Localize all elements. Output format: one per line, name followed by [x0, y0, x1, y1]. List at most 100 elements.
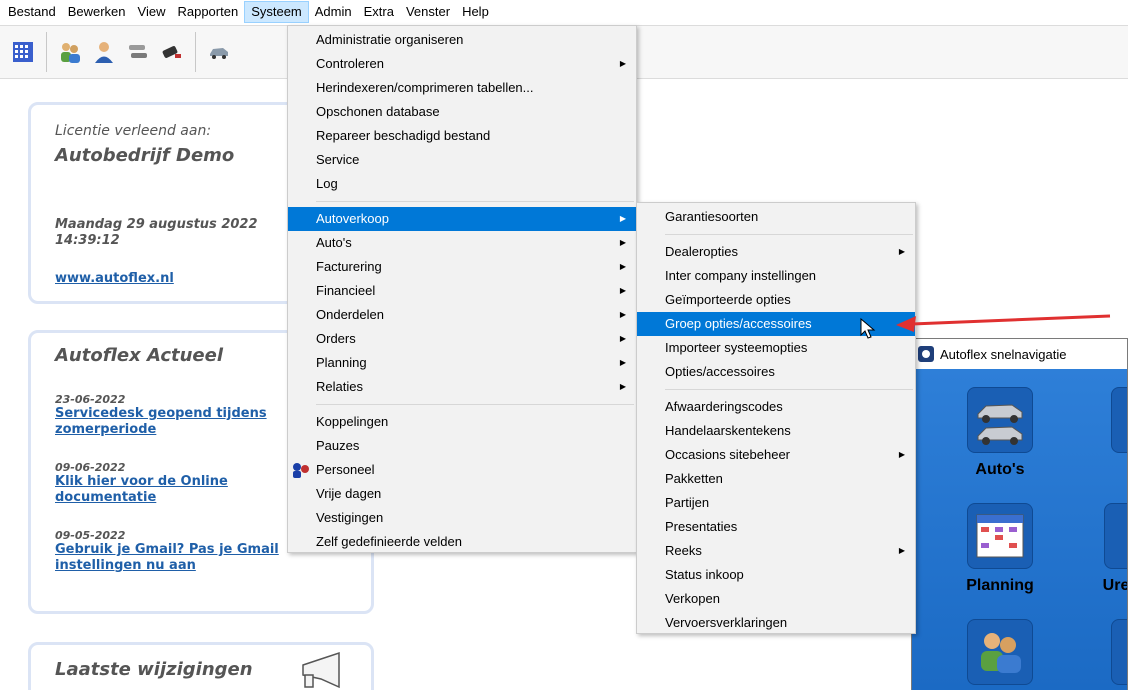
- menu-item-label: Verkopen: [665, 591, 720, 606]
- relations-icon: [967, 619, 1033, 685]
- menu-item-occasions-sitebeheer[interactable]: Occasions sitebeheer ▶: [637, 443, 915, 467]
- menu-item-autoverkoop[interactable]: Autoverkoop ▶: [288, 207, 636, 231]
- menu-item-relaties[interactable]: Relaties ▶: [288, 375, 636, 399]
- menu-item-label: Herindexeren/comprimeren tabellen...: [316, 80, 534, 95]
- nav-tile-autos[interactable]: Auto's: [960, 387, 1040, 479]
- menu-item-pakketten[interactable]: Pakketten: [637, 467, 915, 491]
- planning-calendar-icon: [967, 503, 1033, 569]
- tile-icon: [1111, 619, 1127, 685]
- cars-icon[interactable]: [124, 38, 152, 66]
- menu-item-geimporteerde-opties[interactable]: Geïmporteerde opties: [637, 288, 915, 312]
- menu-item-label: Relaties: [316, 379, 363, 394]
- menu-item-reeks[interactable]: Reeks ▶: [637, 539, 915, 563]
- employee-icon[interactable]: [90, 38, 118, 66]
- menu-item-zelf-gedefinieerde-velden[interactable]: Zelf gedefinieerde velden: [288, 530, 636, 554]
- nav-tile-extra[interactable]: [1104, 619, 1127, 685]
- menu-item-handelaarskentekens[interactable]: Handelaarskentekens: [637, 419, 915, 443]
- menu-systeem[interactable]: Systeem: [244, 1, 309, 23]
- nav-tile-relaties[interactable]: [960, 619, 1040, 685]
- menu-item-label: Onderdelen: [316, 307, 384, 322]
- menu-item-repareer-bestand[interactable]: Repareer beschadigd bestand: [288, 124, 636, 148]
- snelnavigatie-window: Autoflex snelnavigatie Auto's In Plannin…: [911, 338, 1128, 690]
- calendar-grid-icon[interactable]: [9, 38, 37, 66]
- menu-item-label: Afwaarderingscodes: [665, 399, 783, 414]
- menu-extra[interactable]: Extra: [358, 1, 400, 23]
- menu-bestand[interactable]: Bestand: [2, 1, 62, 23]
- submenu-arrow-icon: ▶: [619, 238, 626, 247]
- parts-icon[interactable]: [158, 38, 186, 66]
- menu-item-label: Planning: [316, 355, 367, 370]
- news-item: 23-06-2022 Servicedesk geopend tijdens z…: [55, 393, 315, 438]
- menu-item-opschonen-database[interactable]: Opschonen database: [288, 100, 636, 124]
- submenu-arrow-icon: ▶: [619, 334, 626, 343]
- menu-item-opties-accessoires[interactable]: Opties/accessoires: [637, 360, 915, 384]
- menu-item-vervoersverklaringen[interactable]: Vervoersverklaringen: [637, 611, 915, 635]
- personnel-icon: [290, 461, 310, 479]
- menu-item-inter-company[interactable]: Inter company instellingen: [637, 264, 915, 288]
- menu-item-partijen[interactable]: Partijen: [637, 491, 915, 515]
- menu-item-dealeropties[interactable]: Dealeropties ▶: [637, 240, 915, 264]
- menu-view[interactable]: View: [132, 1, 172, 23]
- menu-bewerken[interactable]: Bewerken: [62, 1, 132, 23]
- menu-item-label: Pakketten: [665, 471, 723, 486]
- submenu-arrow-icon: ▶: [619, 310, 626, 319]
- snelnavigatie-body: Auto's In Planning Urenr: [912, 369, 1127, 690]
- menu-item-financieel[interactable]: Financieel ▶: [288, 279, 636, 303]
- submenu-arrow-icon: ▶: [619, 59, 626, 68]
- submenu-arrow-icon: ▶: [619, 262, 626, 271]
- menu-item-status-inkoop[interactable]: Status inkoop: [637, 563, 915, 587]
- news-link[interactable]: Servicedesk geopend tijdens zomerperiode: [55, 406, 315, 438]
- menu-item-label: Status inkoop: [665, 567, 744, 582]
- menu-item-pauzes[interactable]: Pauzes: [288, 434, 636, 458]
- menu-item-facturering[interactable]: Facturering ▶: [288, 255, 636, 279]
- menu-item-label: Log: [316, 176, 338, 191]
- menu-item-koppelingen[interactable]: Koppelingen: [288, 410, 636, 434]
- menu-item-label: Pauzes: [316, 438, 360, 453]
- news-title: Autoflex Actueel: [55, 345, 224, 366]
- menu-help[interactable]: Help: [456, 1, 495, 23]
- news-link[interactable]: Gebruik je Gmail? Pas je Gmail instellin…: [55, 542, 315, 574]
- menu-venster[interactable]: Venster: [400, 1, 456, 23]
- menu-bar: Bestand Bewerken View Rapporten Systeem …: [0, 0, 1128, 24]
- menu-item-label: Vestigingen: [316, 510, 384, 525]
- nav-tile-planning[interactable]: Planning: [960, 503, 1040, 595]
- toolbar-separator: [46, 32, 47, 72]
- news-date: 09-05-2022: [55, 529, 126, 542]
- menu-item-administratie-organiseren[interactable]: Administratie organiseren: [288, 28, 636, 52]
- relations-icon[interactable]: [56, 38, 84, 66]
- menu-rapporten[interactable]: Rapporten: [171, 1, 244, 23]
- clock-icon: [1104, 503, 1127, 569]
- menu-item-label: Importeer systeemopties: [665, 340, 808, 355]
- nav-tile-urenregistratie[interactable]: Urenr: [1084, 503, 1127, 595]
- menu-item-garantiesoorten[interactable]: Garantiesoorten: [637, 205, 915, 229]
- submenu-arrow-icon: ▶: [619, 382, 626, 391]
- menu-item-service[interactable]: Service: [288, 148, 636, 172]
- licence-company: Autobedrijf Demo: [55, 145, 235, 166]
- menu-item-personeel[interactable]: Personeel: [288, 458, 636, 482]
- menu-item-afwaarderingscodes[interactable]: Afwaarderingscodes: [637, 395, 915, 419]
- news-link[interactable]: Klik hier voor de Online documentatie: [55, 474, 315, 506]
- news-date: 09-06-2022: [55, 461, 126, 474]
- nav-tile-in[interactable]: In: [1104, 387, 1127, 479]
- menu-item-autos[interactable]: Auto's ▶: [288, 231, 636, 255]
- car-icon[interactable]: [205, 38, 233, 66]
- menu-item-vestigingen[interactable]: Vestigingen: [288, 506, 636, 530]
- website-link[interactable]: www.autoflex.nl: [55, 271, 174, 286]
- cars-icon: [967, 387, 1033, 453]
- menu-item-onderdelen[interactable]: Onderdelen ▶: [288, 303, 636, 327]
- menu-admin[interactable]: Admin: [309, 1, 358, 23]
- menu-item-log[interactable]: Log: [288, 172, 636, 196]
- menu-item-label: Vrije dagen: [316, 486, 382, 501]
- menu-item-vrije-dagen[interactable]: Vrije dagen: [288, 482, 636, 506]
- menu-item-controleren[interactable]: Controleren ▶: [288, 52, 636, 76]
- menu-separator: [316, 201, 634, 202]
- menu-item-label: Controleren: [316, 56, 384, 71]
- menu-item-verkopen[interactable]: Verkopen: [637, 587, 915, 611]
- nav-tile-label: Auto's: [975, 461, 1025, 478]
- menu-item-planning[interactable]: Planning ▶: [288, 351, 636, 375]
- menu-item-orders[interactable]: Orders ▶: [288, 327, 636, 351]
- changes-panel: Laatste wijzigingen: [28, 642, 374, 690]
- cars-icon: [1111, 387, 1127, 453]
- menu-item-herindexeren[interactable]: Herindexeren/comprimeren tabellen...: [288, 76, 636, 100]
- menu-item-presentaties[interactable]: Presentaties: [637, 515, 915, 539]
